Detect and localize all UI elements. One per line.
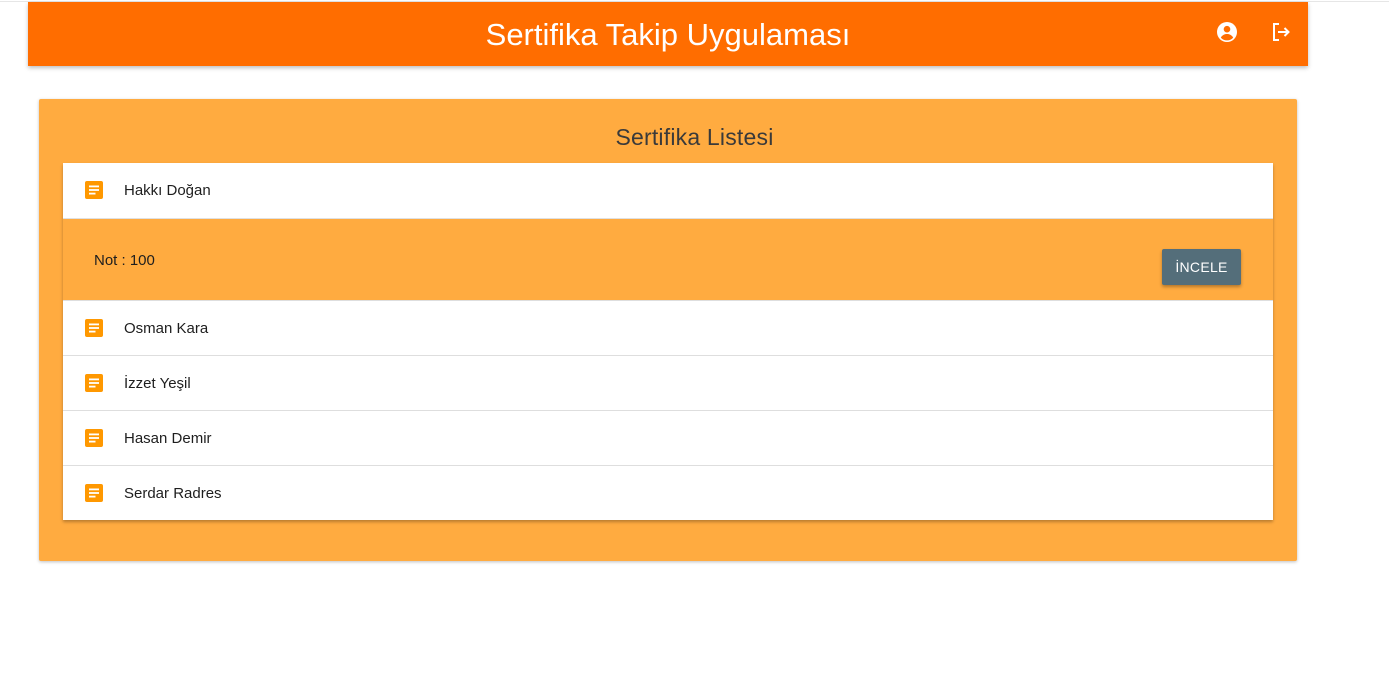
document-icon (84, 180, 104, 200)
list-item-label: Hakkı Doğan (124, 182, 211, 199)
inspect-button[interactable]: İNCELE (1162, 249, 1241, 285)
app-title: Sertifika Takip Uygulaması (485, 17, 851, 52)
list-item-label: Osman Kara (124, 320, 209, 337)
panel-title: Sertifika Listesi (615, 124, 774, 150)
list-item[interactable]: Hasan Demir (63, 410, 1273, 465)
score-note: Not : 100 (94, 252, 155, 269)
list-item[interactable]: Serdar Radres (63, 465, 1273, 520)
list-item[interactable]: İzzet Yeşil (63, 355, 1273, 410)
list-item[interactable]: Osman Kara (63, 300, 1273, 355)
certificate-list: Hakkı Doğan Not : 100 İNCELE Osman Kara … (63, 163, 1273, 520)
document-icon (84, 318, 104, 338)
app-bar: Sertifika Takip Uygulaması (28, 2, 1308, 66)
document-icon (84, 373, 104, 393)
account-circle-icon[interactable] (1215, 20, 1239, 44)
list-item-label: Serdar Radres (124, 485, 222, 502)
list-item-label: Hasan Demir (124, 430, 212, 447)
logout-icon[interactable] (1269, 20, 1293, 44)
document-icon (84, 483, 104, 503)
list-item-label: İzzet Yeşil (124, 375, 191, 392)
document-icon (84, 428, 104, 448)
list-item[interactable]: Hakkı Doğan (63, 163, 1273, 218)
expanded-detail: Not : 100 İNCELE (63, 218, 1273, 300)
